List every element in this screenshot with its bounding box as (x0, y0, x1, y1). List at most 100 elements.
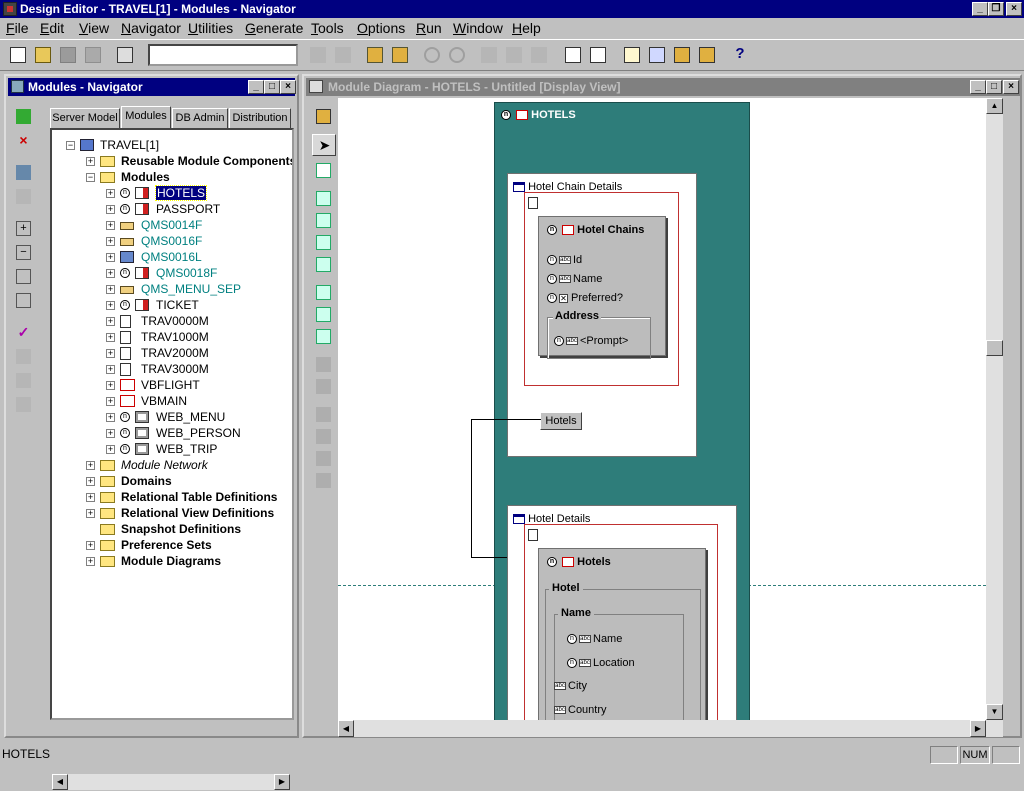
menu-window[interactable]: Window (453, 20, 503, 36)
app-icon[interactable] (3, 2, 17, 16)
revert-button[interactable] (81, 43, 105, 67)
menu-edit[interactable]: Edit (40, 20, 64, 36)
expand-toggle[interactable]: + (106, 381, 115, 390)
expand-toggle[interactable]: + (106, 189, 115, 198)
module-tool[interactable] (312, 106, 336, 128)
navigator-horizontal-scrollbar[interactable]: ◀ ▶ (52, 774, 290, 791)
expand-toggle[interactable]: + (106, 269, 115, 278)
collapse-toggle[interactable]: − (86, 173, 95, 182)
edit-button[interactable] (12, 346, 36, 368)
menu-run[interactable]: Run (416, 20, 442, 36)
diagram-vertical-scrollbar[interactable]: ▲ ▼ (986, 98, 1003, 720)
navigator-tree[interactable]: − TRAVEL[1] + Reusable Module Components −… (50, 128, 294, 720)
delete-object-button[interactable]: × (12, 130, 36, 152)
unlink-button[interactable] (12, 394, 36, 416)
reconcile-button[interactable] (670, 43, 694, 67)
navigator-maximize-button[interactable]: □ (264, 80, 280, 94)
toolbar-search-input[interactable] (148, 44, 298, 66)
tab-server-model[interactable]: Server Model (50, 108, 120, 128)
mark-button[interactable] (388, 43, 412, 67)
fill-tool[interactable] (312, 404, 336, 426)
copy-button[interactable] (331, 43, 355, 67)
item-tool[interactable] (312, 232, 336, 254)
align-tool[interactable] (312, 354, 336, 376)
item-hotel-name[interactable]: n abc Name (567, 633, 622, 645)
expand-all-button[interactable] (12, 266, 36, 288)
check-button[interactable]: ✓ (12, 322, 36, 344)
item-city[interactable]: abc City (554, 680, 587, 692)
hotel-details-window[interactable]: Hotel Details n Hotels Hotel Name n abc Na (507, 505, 737, 720)
generate-button[interactable] (620, 43, 644, 67)
hotels-navigation-button[interactable]: Hotels (540, 412, 582, 430)
menu-options[interactable]: Options (357, 20, 405, 36)
scroll-thumb[interactable] (986, 340, 1003, 356)
open-button[interactable] (31, 43, 55, 67)
create-object-button[interactable] (12, 106, 36, 128)
expand-toggle[interactable]: + (106, 365, 115, 374)
expand-toggle[interactable]: + (86, 157, 95, 166)
expand-toggle[interactable]: + (106, 285, 115, 294)
navigation-action-tool[interactable] (312, 282, 336, 304)
menu-utilities[interactable]: Utilities (188, 20, 233, 36)
group-tool[interactable] (312, 254, 336, 276)
expand-toggle[interactable]: + (86, 493, 95, 502)
scroll-left-button[interactable]: ◀ (338, 720, 354, 737)
expand-toggle[interactable]: + (86, 541, 95, 550)
expand-button[interactable]: + (12, 218, 36, 240)
diagram-minimize-button[interactable]: _ (970, 80, 986, 94)
expand-toggle[interactable]: + (106, 413, 115, 422)
expand-toggle[interactable]: + (106, 349, 115, 358)
menu-view[interactable]: View (79, 20, 109, 36)
item-prompt[interactable]: n abc <Prompt> (554, 335, 628, 347)
menu-file[interactable]: File (6, 20, 29, 36)
distribute-tool[interactable] (312, 376, 336, 398)
create-association-button[interactable] (12, 162, 36, 184)
design-capture-button[interactable] (645, 43, 669, 67)
hotels-block[interactable]: n Hotels Hotel Name n abc Name n abc Locatio… (538, 548, 706, 720)
new-button[interactable] (6, 43, 30, 67)
collapse-button[interactable] (502, 43, 526, 67)
expand-toggle[interactable]: + (106, 333, 115, 342)
collapse-button[interactable]: − (12, 242, 36, 264)
menu-help[interactable]: Help (512, 20, 541, 36)
tab-db-admin[interactable]: DB Admin (172, 108, 228, 128)
minimize-button[interactable]: _ (972, 2, 988, 16)
tab-modules[interactable]: Modules (121, 106, 171, 128)
zoom-in-button[interactable] (420, 43, 444, 67)
hotel-group[interactable]: Hotel Name n abc Name n abc Location abc City… (545, 582, 701, 720)
collapse-all-button[interactable] (12, 290, 36, 312)
help-button[interactable]: ? (728, 43, 752, 67)
item-id[interactable]: n abc Id (547, 254, 582, 266)
expand-toggle[interactable]: + (86, 461, 95, 470)
item-country[interactable]: abc Country (554, 704, 607, 716)
expand-toggle[interactable]: + (106, 445, 115, 454)
close-button[interactable]: × (1006, 2, 1022, 16)
component-tool[interactable] (312, 188, 336, 210)
edit-properties-button[interactable] (561, 43, 585, 67)
lookup-tool[interactable] (312, 210, 336, 232)
expand-toggle[interactable]: + (106, 301, 115, 310)
navigator-close-button[interactable]: × (280, 80, 296, 94)
scroll-down-button[interactable]: ▼ (986, 704, 1003, 720)
filter-button[interactable] (527, 43, 551, 67)
module-container[interactable]: n HOTELS Hotel Chain Details n Hotel Cha… (471, 102, 750, 720)
print-button[interactable] (113, 43, 137, 67)
menu-generate[interactable]: Generate (245, 20, 303, 36)
scroll-left-button[interactable]: ◀ (52, 774, 68, 790)
expand-button[interactable] (477, 43, 501, 67)
expand-toggle[interactable]: + (86, 477, 95, 486)
window-tool[interactable] (312, 160, 336, 182)
pointer-tool[interactable]: ➤ (312, 134, 336, 156)
tab-distribution[interactable]: Distribution (229, 108, 291, 128)
expand-toggle[interactable]: + (86, 557, 95, 566)
menu-navigator[interactable]: Navigator (121, 20, 181, 36)
navigator-minimize-button[interactable]: _ (248, 80, 264, 94)
mark-object-button[interactable] (12, 186, 36, 208)
expand-toggle[interactable]: + (106, 429, 115, 438)
hotel-chains-block[interactable]: n Hotel Chains n abc Id n abc Name n ✕ Preferr… (538, 216, 666, 359)
diagram-maximize-button[interactable]: □ (986, 80, 1002, 94)
diagram-horizontal-scrollbar[interactable]: ◀ ▶ (338, 720, 1003, 737)
expand-toggle[interactable]: + (86, 509, 95, 518)
scroll-up-button[interactable]: ▲ (986, 98, 1003, 114)
item-preferred[interactable]: n ✕ Preferred? (547, 292, 623, 304)
